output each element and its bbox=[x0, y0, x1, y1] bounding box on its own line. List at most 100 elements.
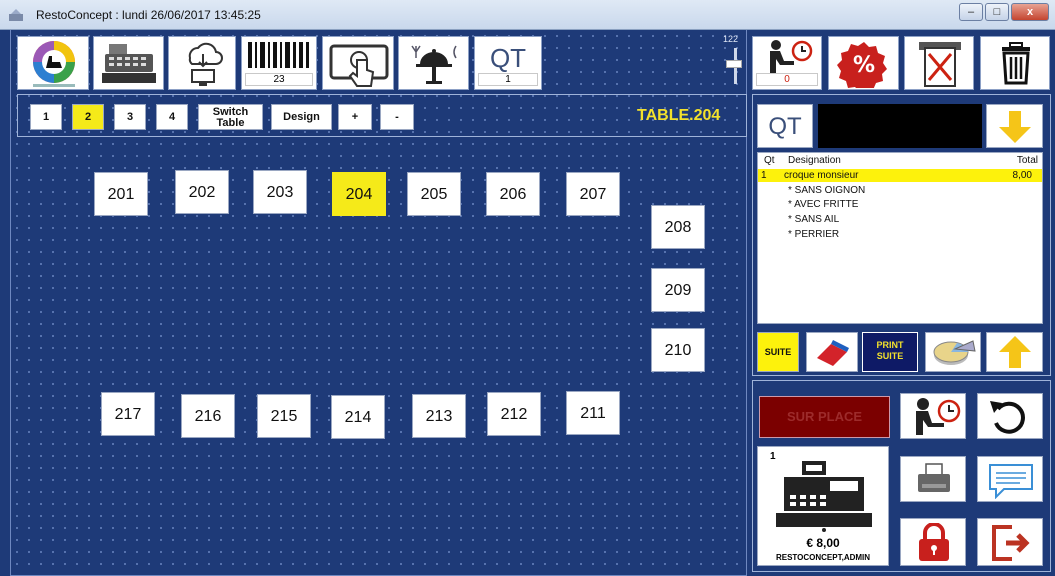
maximize-button[interactable]: □ bbox=[985, 3, 1009, 21]
table-205[interactable]: 205 bbox=[407, 172, 461, 216]
order-list-header: Qt Designation Total bbox=[758, 153, 1042, 168]
waiter-clock-icon bbox=[770, 40, 813, 73]
qt-count: 1 bbox=[478, 73, 538, 86]
order-qt-label: QT bbox=[768, 113, 802, 140]
table-209[interactable]: 209 bbox=[651, 268, 705, 312]
item-total: 8,00 bbox=[1012, 170, 1032, 181]
order-list[interactable]: Qt Designation Total 1 croque monsieur 8… bbox=[757, 152, 1043, 324]
minimize-button[interactable]: – bbox=[959, 3, 983, 21]
logo-icon bbox=[33, 41, 75, 87]
cancel-ticket-button[interactable] bbox=[904, 36, 974, 90]
table-210[interactable]: 210 bbox=[651, 328, 705, 372]
arrow-down-icon bbox=[999, 111, 1031, 143]
print-suite-line1: PRINT bbox=[876, 340, 904, 350]
suite-button[interactable]: SUITE bbox=[757, 332, 799, 372]
cloche-icon bbox=[411, 45, 457, 84]
quantity-display bbox=[818, 104, 982, 148]
waiter-call-button[interactable] bbox=[900, 393, 966, 439]
cash-register-button[interactable] bbox=[93, 36, 164, 90]
header-designation: Designation bbox=[788, 155, 841, 166]
print-suite-button[interactable]: PRINT SUITE bbox=[862, 332, 918, 372]
tab-2[interactable]: 2 bbox=[72, 104, 104, 130]
lock-icon bbox=[919, 523, 949, 561]
table-212[interactable]: 212 bbox=[487, 392, 541, 436]
item-name: croque monsieur bbox=[784, 170, 859, 181]
undo-icon bbox=[990, 401, 1025, 434]
trash-icon bbox=[1002, 42, 1030, 85]
qt-label: QT bbox=[489, 43, 527, 73]
waiter-count: 0 bbox=[756, 73, 818, 86]
eraser-button[interactable] bbox=[806, 332, 858, 372]
discount-button[interactable]: % bbox=[828, 36, 899, 90]
table-215[interactable]: 215 bbox=[257, 394, 311, 438]
table-208[interactable]: 208 bbox=[651, 205, 705, 249]
svg-text:%: % bbox=[853, 53, 875, 78]
suite-label: SUITE bbox=[764, 347, 792, 357]
cloud-download-icon bbox=[188, 42, 223, 86]
modifier-line[interactable]: * SANS OIGNON bbox=[788, 185, 865, 196]
delete-button[interactable] bbox=[980, 36, 1050, 90]
sur-place-button[interactable]: SUR PLACE bbox=[759, 396, 890, 438]
touch-button[interactable] bbox=[322, 36, 394, 90]
exit-door-icon bbox=[992, 525, 1030, 561]
table-207[interactable]: 207 bbox=[566, 172, 620, 216]
order-qt-button[interactable]: QT bbox=[757, 104, 813, 148]
switch-table-button[interactable]: Switch Table bbox=[198, 104, 263, 130]
table-216[interactable]: 216 bbox=[181, 394, 235, 438]
cash-register-icon bbox=[102, 44, 156, 83]
touch-hand-icon bbox=[329, 44, 389, 87]
payment-register[interactable]: 1 € 8,00 RESTOCONCEPT,ADMIN bbox=[757, 446, 889, 566]
current-user: RESTOCONCEPT,ADMIN bbox=[775, 553, 871, 562]
scroll-down-button[interactable] bbox=[986, 104, 1043, 148]
table-213[interactable]: 213 bbox=[412, 394, 466, 438]
arrow-up-icon bbox=[999, 336, 1031, 368]
zoom-slider-handle[interactable] bbox=[726, 60, 742, 68]
eraser-icon bbox=[817, 340, 849, 366]
close-button[interactable]: x bbox=[1011, 3, 1049, 21]
switch-table-line2: Table bbox=[216, 117, 245, 129]
title-bar: RestoConcept : lundi 26/06/2017 13:45:25… bbox=[0, 0, 1055, 30]
header-total: Total bbox=[1016, 155, 1038, 166]
print-suite-line2: SUITE bbox=[876, 351, 904, 361]
cloud-sync-button[interactable] bbox=[168, 36, 236, 90]
window-title: RestoConcept : lundi 26/06/2017 13:45:25 bbox=[36, 8, 261, 22]
modifier-line[interactable]: * SANS AIL bbox=[788, 214, 839, 225]
barcode-button[interactable]: 23 bbox=[241, 36, 317, 90]
quantity-button[interactable]: QT 1 bbox=[474, 36, 542, 90]
table-217[interactable]: 217 bbox=[101, 392, 155, 436]
remove-table-button[interactable]: - bbox=[380, 104, 414, 130]
add-table-button[interactable]: + bbox=[338, 104, 372, 130]
printer-icon bbox=[918, 463, 950, 492]
tab-3[interactable]: 3 bbox=[114, 104, 146, 130]
order-line-selected[interactable]: 1 croque monsieur 8,00 bbox=[758, 169, 1042, 182]
modifier-line[interactable]: * AVEC FRITTE bbox=[788, 199, 858, 210]
app-icon bbox=[9, 9, 23, 21]
logout-button[interactable] bbox=[977, 518, 1043, 566]
print-button[interactable] bbox=[900, 456, 966, 502]
chat-bubble-icon bbox=[989, 464, 1033, 499]
message-button[interactable] bbox=[977, 456, 1043, 502]
design-button[interactable]: Design bbox=[271, 104, 332, 130]
table-203[interactable]: 203 bbox=[253, 170, 307, 214]
table-204[interactable]: 204 bbox=[332, 172, 386, 216]
header-qt: Qt bbox=[764, 155, 775, 166]
waiter-button[interactable]: 0 bbox=[752, 36, 822, 90]
table-202[interactable]: 202 bbox=[175, 170, 229, 214]
table-206[interactable]: 206 bbox=[486, 172, 540, 216]
undo-button[interactable] bbox=[977, 393, 1043, 439]
scroll-up-button[interactable] bbox=[986, 332, 1043, 372]
tab-1[interactable]: 1 bbox=[30, 104, 62, 130]
room-service-button[interactable] bbox=[398, 36, 469, 90]
barcode-count: 23 bbox=[245, 73, 313, 86]
lock-button[interactable] bbox=[900, 518, 966, 566]
table-201[interactable]: 201 bbox=[94, 172, 148, 216]
table-211[interactable]: 211 bbox=[566, 391, 620, 435]
tab-4[interactable]: 4 bbox=[156, 104, 188, 130]
table-214[interactable]: 214 bbox=[331, 395, 385, 439]
slider-value: 122 bbox=[723, 34, 739, 44]
logo-button[interactable] bbox=[17, 36, 89, 90]
total-amount: € 8,00 bbox=[806, 536, 840, 550]
pie-chart-button[interactable] bbox=[925, 332, 981, 372]
modifier-line[interactable]: * PERRIER bbox=[788, 229, 839, 240]
current-table-label: TABLE.204 bbox=[637, 107, 721, 124]
